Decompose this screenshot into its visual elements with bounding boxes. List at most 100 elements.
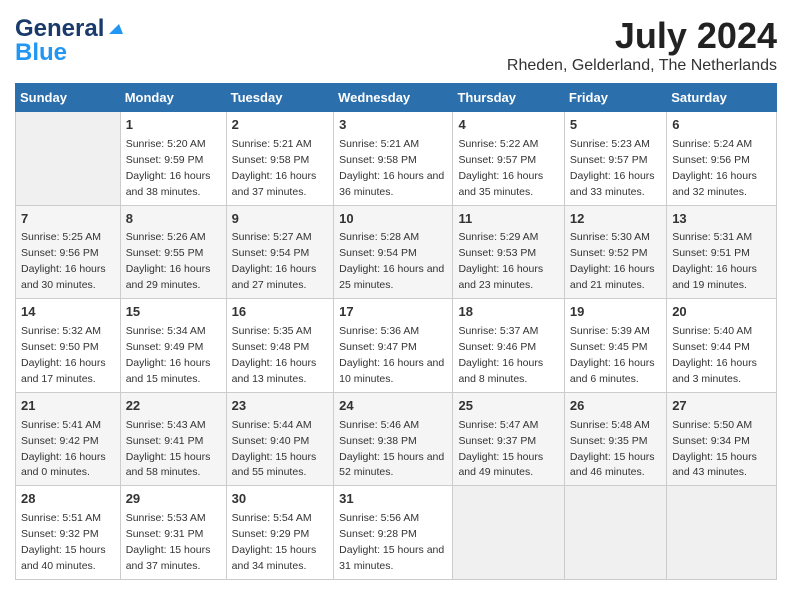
calendar-cell bbox=[667, 486, 777, 580]
day-info: Sunrise: 5:26 AMSunset: 9:55 PMDaylight:… bbox=[126, 231, 211, 291]
day-number: 23 bbox=[232, 397, 329, 416]
calendar-week-4: 21Sunrise: 5:41 AMSunset: 9:42 PMDayligh… bbox=[16, 392, 777, 486]
day-info: Sunrise: 5:46 AMSunset: 9:38 PMDaylight:… bbox=[339, 419, 444, 479]
day-info: Sunrise: 5:40 AMSunset: 9:44 PMDaylight:… bbox=[672, 325, 757, 385]
day-number: 5 bbox=[570, 116, 661, 135]
calendar-cell: 13Sunrise: 5:31 AMSunset: 9:51 PMDayligh… bbox=[667, 205, 777, 299]
calendar-week-5: 28 Sunrise: 5:51 AMSunset: 9:32 PMDayligh… bbox=[16, 486, 777, 580]
calendar-cell: 14 Sunrise: 5:32 AMSunset: 9:50 PMDayligh… bbox=[16, 299, 121, 393]
logo-icon bbox=[105, 18, 123, 36]
day-info: Sunrise: 5:47 AMSunset: 9:37 PMDaylight:… bbox=[458, 419, 543, 479]
calendar-cell: 17Sunrise: 5:36 AMSunset: 9:47 PMDayligh… bbox=[334, 299, 453, 393]
day-info: Sunrise: 5:28 AMSunset: 9:54 PMDaylight:… bbox=[339, 231, 444, 291]
calendar-cell: 6 Sunrise: 5:24 AMSunset: 9:56 PMDaylight… bbox=[667, 112, 777, 206]
calendar-cell: 3 Sunrise: 5:21 AMSunset: 9:58 PMDaylight… bbox=[334, 112, 453, 206]
calendar-cell: 27 Sunrise: 5:50 AMSunset: 9:34 PMDayligh… bbox=[667, 392, 777, 486]
calendar-table: SundayMondayTuesdayWednesdayThursdayFrid… bbox=[15, 83, 777, 580]
day-info: Sunrise: 5:22 AMSunset: 9:57 PMDaylight:… bbox=[458, 138, 543, 198]
calendar-cell: 28 Sunrise: 5:51 AMSunset: 9:32 PMDayligh… bbox=[16, 486, 121, 580]
page-header: General Blue July 2024 Rheden, Gelderlan… bbox=[15, 15, 777, 75]
day-info: Sunrise: 5:25 AMSunset: 9:56 PMDaylight:… bbox=[21, 231, 106, 291]
day-number: 18 bbox=[458, 303, 558, 322]
calendar-cell: 23 Sunrise: 5:44 AMSunset: 9:40 PMDayligh… bbox=[226, 392, 334, 486]
day-number: 1 bbox=[126, 116, 221, 135]
day-number: 22 bbox=[126, 397, 221, 416]
logo-blue: Blue bbox=[15, 39, 67, 67]
day-number: 21 bbox=[21, 397, 115, 416]
calendar-cell: 12Sunrise: 5:30 AMSunset: 9:52 PMDayligh… bbox=[564, 205, 666, 299]
day-number: 25 bbox=[458, 397, 558, 416]
calendar-cell: 5 Sunrise: 5:23 AMSunset: 9:57 PMDaylight… bbox=[564, 112, 666, 206]
calendar-week-3: 14 Sunrise: 5:32 AMSunset: 9:50 PMDayligh… bbox=[16, 299, 777, 393]
day-number: 30 bbox=[232, 490, 329, 509]
day-info: Sunrise: 5:35 AMSunset: 9:48 PMDaylight:… bbox=[232, 325, 317, 385]
calendar-cell: 18Sunrise: 5:37 AMSunset: 9:46 PMDayligh… bbox=[453, 299, 564, 393]
title-section: July 2024 Rheden, Gelderland, The Nether… bbox=[507, 15, 777, 75]
calendar-cell: 19 Sunrise: 5:39 AMSunset: 9:45 PMDayligh… bbox=[564, 299, 666, 393]
weekday-header-saturday: Saturday bbox=[667, 84, 777, 112]
calendar-cell bbox=[453, 486, 564, 580]
weekday-header-tuesday: Tuesday bbox=[226, 84, 334, 112]
calendar-cell: 21Sunrise: 5:41 AMSunset: 9:42 PMDayligh… bbox=[16, 392, 121, 486]
day-info: Sunrise: 5:23 AMSunset: 9:57 PMDaylight:… bbox=[570, 138, 655, 198]
day-number: 26 bbox=[570, 397, 661, 416]
day-number: 7 bbox=[21, 210, 115, 229]
logo: General Blue bbox=[15, 15, 123, 67]
calendar-cell: 4 Sunrise: 5:22 AMSunset: 9:57 PMDaylight… bbox=[453, 112, 564, 206]
day-info: Sunrise: 5:34 AMSunset: 9:49 PMDaylight:… bbox=[126, 325, 211, 385]
calendar-cell bbox=[16, 112, 121, 206]
calendar-cell: 22 Sunrise: 5:43 AMSunset: 9:41 PMDayligh… bbox=[120, 392, 226, 486]
day-info: Sunrise: 5:29 AMSunset: 9:53 PMDaylight:… bbox=[458, 231, 543, 291]
day-number: 15 bbox=[126, 303, 221, 322]
day-number: 14 bbox=[21, 303, 115, 322]
calendar-cell: 1Sunrise: 5:20 AMSunset: 9:59 PMDaylight… bbox=[120, 112, 226, 206]
day-number: 8 bbox=[126, 210, 221, 229]
weekday-header-wednesday: Wednesday bbox=[334, 84, 453, 112]
day-number: 17 bbox=[339, 303, 447, 322]
day-info: Sunrise: 5:53 AMSunset: 9:31 PMDaylight:… bbox=[126, 512, 211, 572]
calendar-cell: 20 Sunrise: 5:40 AMSunset: 9:44 PMDayligh… bbox=[667, 299, 777, 393]
day-info: Sunrise: 5:43 AMSunset: 9:41 PMDaylight:… bbox=[126, 419, 211, 479]
calendar-cell: 8 Sunrise: 5:26 AMSunset: 9:55 PMDaylight… bbox=[120, 205, 226, 299]
calendar-cell: 31 Sunrise: 5:56 AMSunset: 9:28 PMDayligh… bbox=[334, 486, 453, 580]
day-info: Sunrise: 5:24 AMSunset: 9:56 PMDaylight:… bbox=[672, 138, 757, 198]
day-info: Sunrise: 5:48 AMSunset: 9:35 PMDaylight:… bbox=[570, 419, 655, 479]
month-year-title: July 2024 bbox=[507, 15, 777, 57]
weekday-header-row: SundayMondayTuesdayWednesdayThursdayFrid… bbox=[16, 84, 777, 112]
day-info: Sunrise: 5:30 AMSunset: 9:52 PMDaylight:… bbox=[570, 231, 655, 291]
calendar-cell: 29 Sunrise: 5:53 AMSunset: 9:31 PMDayligh… bbox=[120, 486, 226, 580]
calendar-cell: 25 Sunrise: 5:47 AMSunset: 9:37 PMDayligh… bbox=[453, 392, 564, 486]
calendar-cell: 24Sunrise: 5:46 AMSunset: 9:38 PMDayligh… bbox=[334, 392, 453, 486]
calendar-week-1: 1Sunrise: 5:20 AMSunset: 9:59 PMDaylight… bbox=[16, 112, 777, 206]
calendar-cell: 10 Sunrise: 5:28 AMSunset: 9:54 PMDayligh… bbox=[334, 205, 453, 299]
day-number: 19 bbox=[570, 303, 661, 322]
day-info: Sunrise: 5:51 AMSunset: 9:32 PMDaylight:… bbox=[21, 512, 106, 572]
day-number: 10 bbox=[339, 210, 447, 229]
day-info: Sunrise: 5:39 AMSunset: 9:45 PMDaylight:… bbox=[570, 325, 655, 385]
day-number: 31 bbox=[339, 490, 447, 509]
day-number: 2 bbox=[232, 116, 329, 135]
weekday-header-friday: Friday bbox=[564, 84, 666, 112]
day-info: Sunrise: 5:44 AMSunset: 9:40 PMDaylight:… bbox=[232, 419, 317, 479]
weekday-header-thursday: Thursday bbox=[453, 84, 564, 112]
weekday-header-monday: Monday bbox=[120, 84, 226, 112]
day-number: 4 bbox=[458, 116, 558, 135]
day-number: 9 bbox=[232, 210, 329, 229]
day-number: 27 bbox=[672, 397, 771, 416]
day-info: Sunrise: 5:56 AMSunset: 9:28 PMDaylight:… bbox=[339, 512, 444, 572]
day-number: 29 bbox=[126, 490, 221, 509]
calendar-cell: 11Sunrise: 5:29 AMSunset: 9:53 PMDayligh… bbox=[453, 205, 564, 299]
day-number: 20 bbox=[672, 303, 771, 322]
weekday-header-sunday: Sunday bbox=[16, 84, 121, 112]
calendar-week-2: 7 Sunrise: 5:25 AMSunset: 9:56 PMDaylight… bbox=[16, 205, 777, 299]
day-number: 3 bbox=[339, 116, 447, 135]
day-info: Sunrise: 5:50 AMSunset: 9:34 PMDaylight:… bbox=[672, 419, 757, 479]
day-info: Sunrise: 5:21 AMSunset: 9:58 PMDaylight:… bbox=[339, 138, 444, 198]
calendar-cell bbox=[564, 486, 666, 580]
calendar-cell: 2Sunrise: 5:21 AMSunset: 9:58 PMDaylight… bbox=[226, 112, 334, 206]
day-info: Sunrise: 5:32 AMSunset: 9:50 PMDaylight:… bbox=[21, 325, 106, 385]
day-info: Sunrise: 5:31 AMSunset: 9:51 PMDaylight:… bbox=[672, 231, 757, 291]
day-number: 28 bbox=[21, 490, 115, 509]
day-number: 6 bbox=[672, 116, 771, 135]
location-label: Rheden, Gelderland, The Netherlands bbox=[507, 57, 777, 75]
